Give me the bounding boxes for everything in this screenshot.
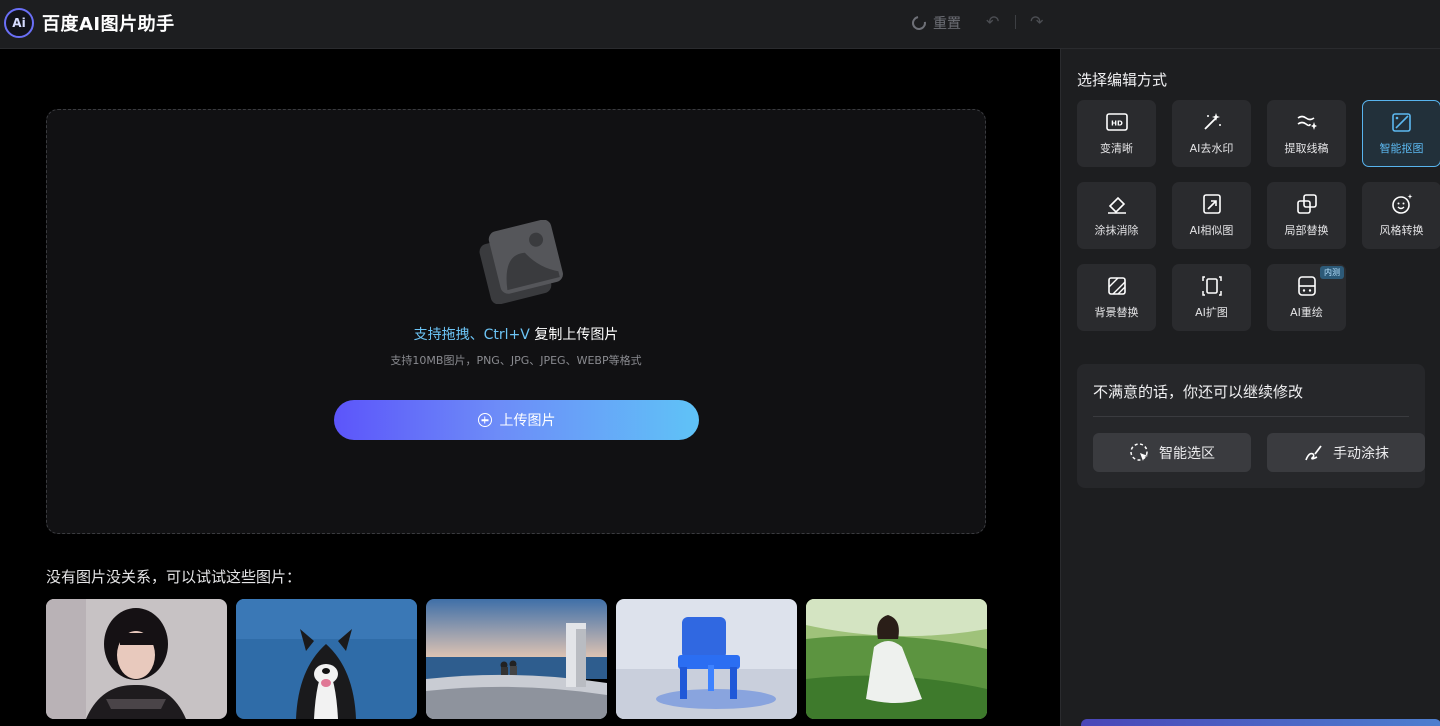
tool-cutout[interactable]: 智能抠图 (1362, 100, 1440, 167)
history-divider (1015, 15, 1016, 29)
undo-icon[interactable]: ↶ (986, 12, 999, 31)
panel-divider (1093, 416, 1409, 417)
tool-label: 风格转换 (1379, 224, 1424, 237)
sample-thumb-dog[interactable] (236, 599, 417, 719)
tool-label: AI扩图 (1195, 306, 1228, 319)
upload-button[interactable]: 上传图片 (334, 400, 699, 440)
expand-icon (1201, 275, 1223, 297)
tool-label: 智能抠图 (1379, 142, 1424, 155)
redraw-icon (1296, 275, 1318, 297)
reset-label: 重置 (933, 16, 961, 32)
tool-redraw[interactable]: 内测 AI重绘 (1267, 264, 1346, 331)
beta-badge: 内测 (1320, 266, 1344, 279)
bottom-action-bar[interactable] (1081, 719, 1440, 726)
tool-label: 涂抹消除 (1094, 224, 1139, 237)
upload-button-label: 上传图片 (499, 413, 556, 429)
style-face-icon (1391, 193, 1413, 215)
photo-placeholder-icon (479, 220, 563, 304)
app-logo: Ai (4, 8, 34, 38)
tool-label: AI去水印 (1189, 142, 1234, 155)
sample-thumb-chair[interactable] (616, 599, 797, 719)
refine-panel: 不满意的话，你还可以继续修改 智能选区 手动涂抹 (1077, 364, 1425, 488)
sample-thumb-seaside[interactable] (426, 599, 607, 719)
tool-label: AI相似图 (1189, 224, 1234, 237)
manual-brush-label: 手动涂抹 (1333, 445, 1389, 462)
eraser-icon (1106, 193, 1128, 215)
tool-label: 背景替换 (1094, 306, 1139, 319)
sample-thumb-portrait[interactable] (46, 599, 227, 719)
tool-label: 局部替换 (1284, 224, 1329, 237)
tool-label: AI重绘 (1290, 306, 1323, 319)
upload-hint-highlight: 支持拖拽、Ctrl+V (413, 327, 530, 343)
main-area: 支持拖拽、Ctrl+V 复制上传图片 支持10MB图片，PNG、JPG、JPEG… (0, 49, 1060, 726)
redo-icon[interactable]: ↷ (1030, 12, 1043, 31)
tool-line-draft[interactable]: 提取线稿 (1267, 100, 1346, 167)
tool-label: 变清晰 (1100, 142, 1133, 155)
smart-select-label: 智能选区 (1159, 445, 1215, 462)
tool-partial-replace[interactable]: 局部替换 (1267, 182, 1346, 249)
sample-thumbnails (46, 599, 987, 719)
line-draft-icon (1296, 111, 1318, 133)
sample-thumb-grassland[interactable] (806, 599, 987, 719)
similar-image-icon (1201, 193, 1223, 215)
plus-circle-icon (477, 413, 492, 427)
cutout-icon (1391, 111, 1413, 133)
tool-background-replace[interactable]: 背景替换 (1077, 264, 1156, 331)
reset-button[interactable]: 重置 (909, 13, 961, 33)
reset-icon (909, 13, 929, 33)
manual-brush-button[interactable]: 手动涂抹 (1267, 433, 1425, 472)
partial-replace-icon (1296, 193, 1318, 215)
tool-enhance[interactable]: HD 变清晰 (1077, 100, 1156, 167)
tool-style[interactable]: 风格转换 (1362, 182, 1440, 249)
tool-grid: HD 变清晰 AI去水印 提取线稿 智能抠图 涂抹消除 AI相似图 局部替换 风… (1077, 100, 1440, 331)
sidebar-title: 选择编辑方式 (1077, 71, 1168, 89)
magic-wand-icon (1201, 111, 1223, 133)
tool-label: 提取线稿 (1284, 142, 1329, 155)
svg-text:HD: HD (1111, 120, 1123, 128)
tool-watermark[interactable]: AI去水印 (1172, 100, 1251, 167)
upload-formats: 支持10MB图片，PNG、JPG、JPEG、WEBP等格式 (390, 354, 642, 367)
background-replace-icon (1106, 275, 1128, 297)
upload-hint-rest: 复制上传图片 (534, 327, 619, 343)
tool-expand[interactable]: AI扩图 (1172, 264, 1251, 331)
samples-title: 没有图片没关系，可以试试这些图片： (46, 568, 302, 586)
edit-sidebar: 选择编辑方式 HD 变清晰 AI去水印 提取线稿 智能抠图 涂抹消除 AI相似图… (1060, 49, 1440, 726)
tool-similar[interactable]: AI相似图 (1172, 182, 1251, 249)
upload-dropzone[interactable]: 支持拖拽、Ctrl+V 复制上传图片 支持10MB图片，PNG、JPG、JPEG… (46, 109, 986, 534)
smart-select-button[interactable]: 智能选区 (1093, 433, 1251, 472)
top-bar: Ai 百度AI图片助手 重置 ↶ ↷ (0, 0, 1440, 49)
tool-erase[interactable]: 涂抹消除 (1077, 182, 1156, 249)
app-title: 百度AI图片助手 (42, 14, 175, 35)
smart-select-icon (1130, 442, 1148, 461)
logo-text: Ai (12, 16, 26, 30)
refine-panel-title: 不满意的话，你还可以继续修改 (1093, 383, 1304, 401)
hd-icon: HD (1105, 111, 1128, 133)
upload-hint: 支持拖拽、Ctrl+V 复制上传图片 (47, 324, 985, 344)
brush-icon (1305, 444, 1322, 460)
